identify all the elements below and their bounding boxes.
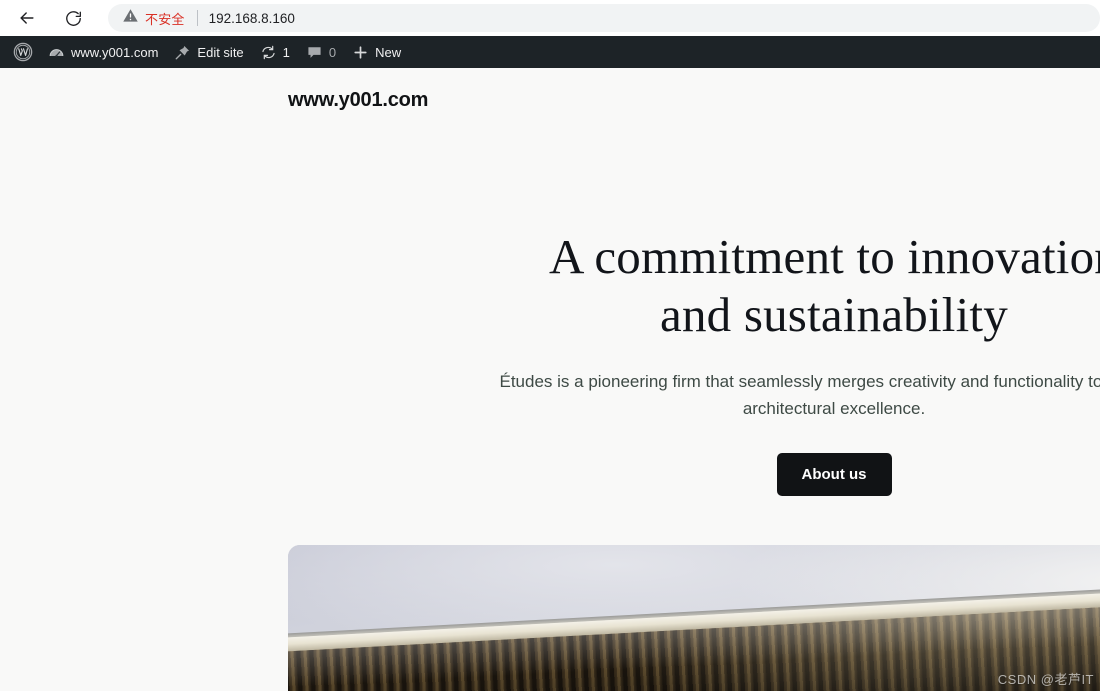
wordpress-logo-icon bbox=[13, 42, 33, 62]
hero-paragraph: Études is a pioneering firm that seamles… bbox=[499, 371, 1100, 419]
warning-triangle-icon[interactable] bbox=[122, 7, 139, 29]
wp-admin-bar: www.y001.com Edit site 1 0 New bbox=[0, 36, 1100, 68]
adminbar-edit-site-label: Edit site bbox=[197, 44, 244, 60]
adminbar-site-name-label: www.y001.com bbox=[71, 44, 159, 60]
watermark: CSDN @老芦IT bbox=[997, 672, 1094, 687]
page-title: A commitment to innovation and sustainab… bbox=[288, 228, 1100, 344]
security-status-label: 不安全 bbox=[145, 11, 185, 27]
reload-button[interactable] bbox=[59, 4, 87, 32]
adminbar-updates-count: 1 bbox=[282, 44, 290, 60]
adminbar-item-edit-site[interactable]: Edit site bbox=[166, 36, 251, 68]
adminbar-new-label: New bbox=[375, 44, 402, 60]
adminbar-item-comments[interactable]: 0 bbox=[298, 36, 344, 68]
hero-section: A commitment to innovation and sustainab… bbox=[288, 228, 1100, 496]
pushpin-icon bbox=[174, 44, 191, 61]
updates-icon bbox=[260, 44, 277, 61]
hero-image bbox=[288, 545, 1100, 691]
back-arrow-icon bbox=[17, 8, 37, 28]
page-canvas: www.y001.com A commitment to innovation … bbox=[0, 68, 1100, 691]
adminbar-item-site-name[interactable]: www.y001.com bbox=[40, 36, 166, 68]
about-us-button[interactable]: About us bbox=[776, 452, 892, 496]
reload-icon bbox=[64, 9, 83, 28]
adminbar-item-updates[interactable]: 1 bbox=[252, 36, 298, 68]
site-title[interactable]: www.y001.com bbox=[288, 89, 428, 112]
browser-toolbar: 不安全 192.168.8.160 bbox=[0, 0, 1100, 36]
address-bar[interactable]: 不安全 192.168.8.160 bbox=[108, 4, 1100, 32]
comment-bubble-icon bbox=[306, 44, 323, 61]
url-text[interactable]: 192.168.8.160 bbox=[209, 11, 295, 26]
plus-icon bbox=[352, 44, 369, 61]
omnibox-separator bbox=[196, 10, 198, 26]
page-viewport: www.y001.com A commitment to innovation … bbox=[0, 68, 1100, 691]
hero-cta-wrapper: About us bbox=[288, 452, 1100, 496]
adminbar-item-new[interactable]: New bbox=[344, 36, 409, 68]
hero-heading-line-1: A commitment to innovation bbox=[548, 229, 1100, 284]
hero-heading-line-2: and sustainability bbox=[660, 286, 1008, 342]
dashboard-gauge-icon bbox=[48, 44, 65, 61]
back-button[interactable] bbox=[13, 4, 41, 32]
wp-logo-menu[interactable] bbox=[6, 36, 40, 68]
adminbar-comments-count: 0 bbox=[328, 44, 337, 60]
